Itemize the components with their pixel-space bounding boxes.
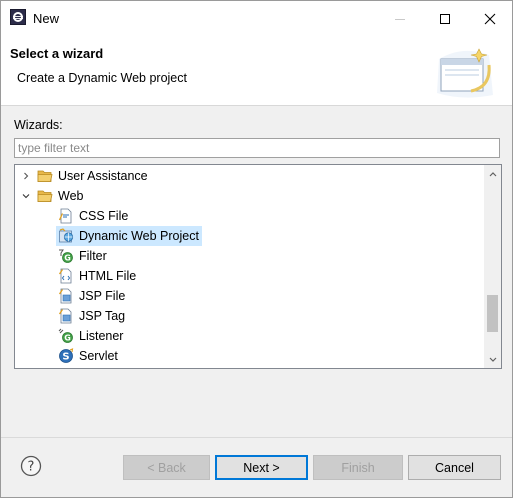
filter-icon: G — [58, 248, 74, 264]
html-file-icon — [58, 268, 74, 284]
tree-item-jsp-tag[interactable]: JSP Tag — [58, 306, 125, 326]
tree-item-label: CSS File — [79, 209, 129, 223]
minimize-icon — [395, 19, 405, 20]
maximize-button[interactable] — [422, 1, 468, 37]
tree-item-dynamic-web-project[interactable]: Dynamic Web Project — [56, 226, 202, 246]
tree-item-label: Filter — [79, 249, 107, 263]
jsp-file-icon — [58, 288, 74, 304]
page-description: Create a Dynamic Web project — [17, 71, 187, 85]
cancel-button[interactable]: Cancel — [408, 455, 501, 480]
folder-open-icon — [37, 188, 53, 204]
tree-item-label: Dynamic Web Project — [79, 229, 199, 243]
chevron-down-icon — [489, 357, 496, 362]
svg-text:G: G — [64, 334, 71, 343]
window-title: New — [33, 11, 60, 26]
servlet-icon: S — [58, 348, 74, 364]
wizard-banner-icon — [437, 48, 493, 98]
tree-scrollbar[interactable] — [484, 165, 501, 368]
chevron-right-icon[interactable] — [19, 166, 33, 186]
close-button[interactable] — [467, 1, 513, 37]
maximize-icon — [440, 14, 450, 24]
tree-item-user-assistance[interactable]: User Assistance — [19, 166, 148, 186]
new-wizard-dialog: New Select a wizard Create a Dynamic Web… — [0, 0, 513, 498]
tree-item-servlet[interactable]: S Servlet — [58, 346, 118, 366]
chevron-up-icon — [489, 171, 496, 176]
help-icon[interactable]: ? — [20, 455, 42, 477]
svg-text:G: G — [64, 254, 71, 263]
tree-item-label: User Assistance — [58, 169, 148, 183]
next-button[interactable]: Next > — [215, 455, 308, 480]
finish-button[interactable]: Finish — [313, 455, 403, 480]
tree-item-listener[interactable]: G Listener — [58, 326, 123, 346]
dynamic-web-project-icon — [58, 228, 74, 244]
tree-item-label: HTML File — [79, 269, 137, 283]
chevron-down-icon[interactable] — [19, 186, 33, 206]
eclipse-app-icon — [10, 9, 26, 25]
jsp-tag-icon — [58, 308, 74, 324]
scroll-up-button[interactable] — [484, 165, 501, 182]
css-file-icon — [58, 208, 74, 224]
tree-item-css-file[interactable]: CSS File — [58, 206, 128, 226]
tree-item-label: Web — [58, 189, 84, 203]
wizard-tree[interactable]: User Assistance Web CSS File Dynamic Web… — [14, 164, 502, 369]
page-title: Select a wizard — [10, 46, 104, 61]
scroll-down-button[interactable] — [484, 351, 501, 368]
folder-icon — [37, 168, 53, 184]
minimize-button[interactable] — [377, 1, 423, 37]
wizard-header: Select a wizard Create a Dynamic Web pro… — [1, 37, 512, 106]
tree-item-label: Listener — [79, 329, 124, 343]
filter-input[interactable] — [14, 138, 500, 158]
back-button[interactable]: < Back — [123, 455, 210, 480]
footer-separator — [1, 437, 512, 438]
svg-text:S: S — [62, 352, 69, 363]
tree-item-label: Servlet — [79, 349, 118, 363]
listener-icon: G — [58, 328, 74, 344]
close-icon — [484, 13, 496, 25]
title-bar: New — [1, 1, 512, 37]
tree-item-html-file[interactable]: HTML File — [58, 266, 136, 286]
tree-item-label: JSP Tag — [79, 309, 126, 323]
svg-text:?: ? — [28, 460, 35, 475]
tree-item-label: JSP File — [79, 289, 126, 303]
wizards-label: Wizards: — [14, 118, 63, 132]
tree-item-filter[interactable]: G Filter — [58, 246, 107, 266]
tree-item-web[interactable]: Web — [19, 186, 83, 206]
tree-item-jsp-file[interactable]: JSP File — [58, 286, 125, 306]
scroll-thumb[interactable] — [487, 295, 498, 332]
